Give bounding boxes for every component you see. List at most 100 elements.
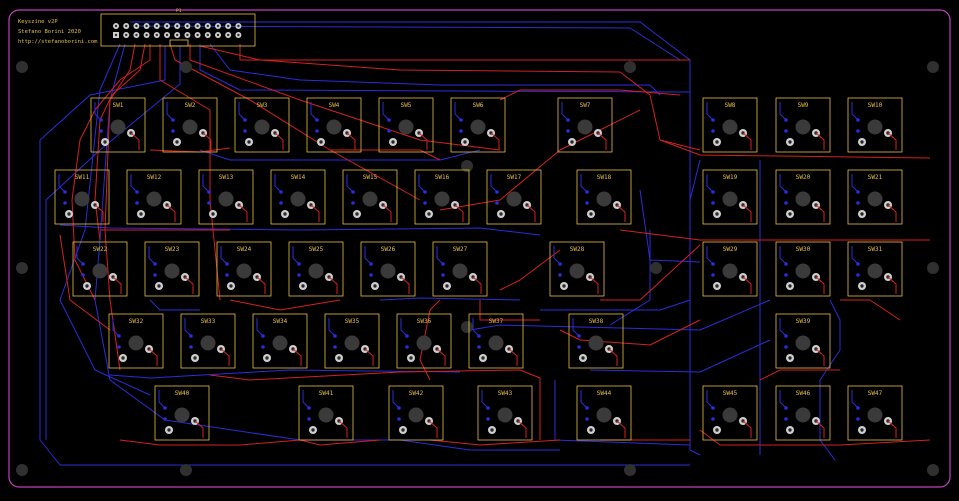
- switch-contact-hole: [788, 356, 792, 360]
- switch-side-pin: [279, 201, 283, 205]
- connector-pin-hole: [165, 24, 169, 28]
- connector-pin-hole: [196, 33, 199, 37]
- switch-center-hole: [596, 407, 612, 423]
- switch-contact-hole: [860, 212, 864, 216]
- switch-center-hole: [497, 407, 513, 423]
- connector-pin-hole: [125, 24, 128, 28]
- switch-center-hole: [318, 407, 334, 423]
- switch-center-hole: [867, 119, 883, 135]
- switch-side-pin: [459, 129, 463, 133]
- switch-side-pin: [163, 417, 167, 421]
- switch-side-pin: [225, 273, 229, 277]
- mounting-hole: [180, 464, 192, 476]
- switch-center-hole: [470, 119, 486, 135]
- switch-contact-hole: [715, 428, 719, 432]
- switch-side-pin: [585, 417, 589, 421]
- switch-contact-hole: [301, 284, 305, 288]
- switch-label: SW32: [129, 318, 144, 325]
- switch-label: SW37: [489, 318, 504, 325]
- switch-side-pin: [856, 129, 860, 133]
- switch-label: SW23: [165, 246, 180, 253]
- switch-side-pin: [99, 129, 103, 133]
- switch-side-pin: [243, 129, 247, 133]
- switch-label: SW28: [570, 246, 585, 253]
- connector-pin-hole: [125, 33, 128, 37]
- connector-pin-hole: [206, 24, 209, 28]
- title-line-1: Keyszine v2P: [18, 19, 58, 25]
- switch-side-pin: [441, 273, 445, 277]
- switch-label: SW17: [507, 174, 522, 181]
- switch-label: SW35: [345, 318, 360, 325]
- switch-side-pin: [397, 417, 401, 421]
- switch-contact-hole: [860, 428, 864, 432]
- switch-contact-hole: [229, 284, 233, 288]
- switch-contact-hole: [265, 356, 269, 360]
- switch-side-pin: [558, 273, 562, 277]
- connector-pin-hole: [237, 24, 240, 28]
- switch-label: SW39: [796, 318, 811, 325]
- switch-center-hole: [326, 119, 342, 135]
- switch-label: SW40: [175, 390, 190, 397]
- switch-contact-hole: [139, 212, 143, 216]
- switch-side-pin: [81, 273, 85, 277]
- pcb-canvas: SW1 SW2 SW3 SW4 SW5 SW6 SW7 SW8 SW9 SW10 SW11 SW12 S…: [8, 8, 951, 488]
- switch-side-pin: [577, 345, 581, 349]
- switch-side-pin: [387, 129, 391, 133]
- switch-label: SW18: [597, 174, 612, 181]
- switch-label: SW16: [435, 174, 450, 181]
- switch-label: SW38: [589, 318, 604, 325]
- switch-label: SW25: [309, 246, 324, 253]
- switch-contact-hole: [85, 284, 89, 288]
- switch-side-pin: [711, 201, 715, 205]
- switch-side-pin: [711, 129, 715, 133]
- switch-side-pin: [856, 417, 860, 421]
- switch-contact-hole: [319, 140, 323, 144]
- switch-label: SW19: [723, 174, 738, 181]
- switch-center-hole: [506, 191, 522, 207]
- switch-center-hole: [722, 407, 738, 423]
- switch-center-hole: [596, 191, 612, 207]
- switch-contact-hole: [193, 356, 197, 360]
- connector-pin-hole: [114, 33, 118, 37]
- switch-center-hole: [795, 191, 811, 207]
- switch-label: SW30: [796, 246, 811, 253]
- switch-center-hole: [74, 191, 90, 207]
- connector-pin-hole: [176, 24, 179, 28]
- switch-side-pin: [495, 201, 499, 205]
- switch-label: SW41: [319, 390, 334, 397]
- switch-label: SW12: [147, 174, 162, 181]
- connector-pin-hole: [155, 33, 158, 37]
- switch-side-pin: [135, 201, 139, 205]
- connector-pin-hole: [165, 33, 169, 37]
- switch-label: SW6: [473, 102, 484, 109]
- mounting-hole: [927, 464, 939, 476]
- switch-label: SW3: [257, 102, 268, 109]
- switch-label: SW33: [201, 318, 216, 325]
- switch-label: SW20: [796, 174, 811, 181]
- switch-label: SW13: [219, 174, 234, 181]
- switch-label: SW27: [453, 246, 468, 253]
- switch-contact-hole: [463, 140, 467, 144]
- connector-pin-hole: [227, 33, 230, 37]
- connector-pin-hole: [196, 24, 199, 28]
- mounting-hole: [624, 464, 636, 476]
- switch-side-pin: [207, 201, 211, 205]
- switch-contact-hole: [570, 140, 574, 144]
- mounting-hole: [180, 61, 192, 73]
- switch-contact-hole: [715, 140, 719, 144]
- switch-center-hole: [92, 263, 108, 279]
- switch-center-hole: [380, 263, 396, 279]
- switch-center-hole: [344, 335, 360, 351]
- switch-contact-hole: [103, 140, 107, 144]
- switch-side-pin: [261, 345, 265, 349]
- switch-contact-hole: [788, 284, 792, 288]
- connector-pin-hole: [227, 24, 230, 28]
- mounting-hole: [461, 321, 473, 333]
- switch-contact-hole: [445, 284, 449, 288]
- switch-center-hole: [110, 119, 126, 135]
- switch-side-pin: [307, 417, 311, 421]
- connector-pin-hole: [135, 24, 138, 28]
- switch-side-pin: [117, 345, 121, 349]
- switch-label: SW31: [868, 246, 883, 253]
- mounting-hole: [927, 262, 939, 274]
